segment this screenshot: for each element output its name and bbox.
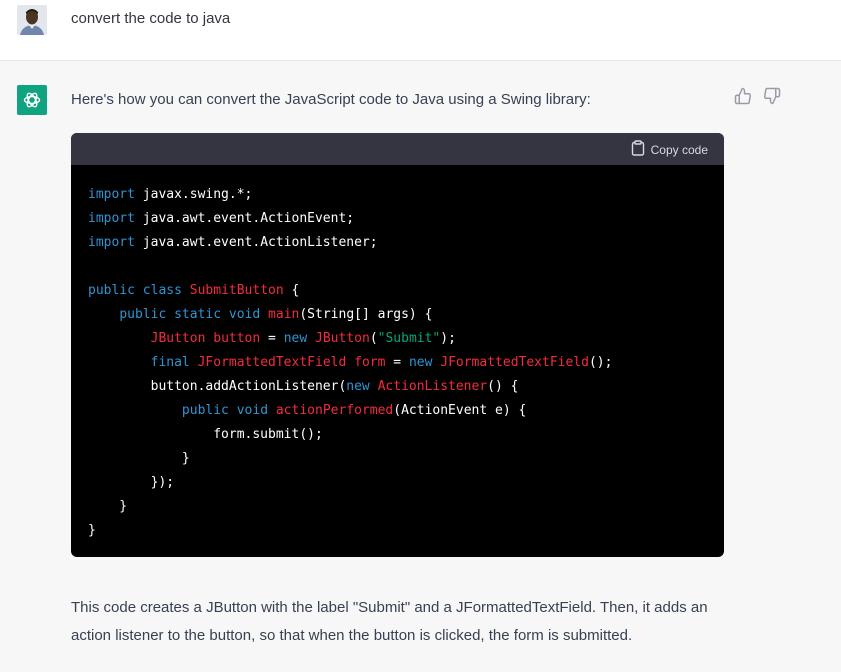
code-line: public static void main(String[] args) { <box>88 303 707 327</box>
code-line: public class SubmitButton { <box>88 279 707 303</box>
code-token: JFormattedTextField <box>197 355 347 370</box>
code-line: button.addActionListener(new ActionListe… <box>88 375 707 399</box>
code-token: JButton <box>315 331 370 346</box>
code-token: new <box>346 379 370 394</box>
code-token: java.awt.event.ActionEvent; <box>134 211 355 226</box>
copy-code-label: Copy code <box>650 142 708 157</box>
thumbs-up-icon[interactable] <box>734 87 752 105</box>
code-line: JButton button = new JButton("Submit"); <box>88 327 707 351</box>
code-token: new <box>408 355 433 370</box>
code-token: } <box>88 451 190 466</box>
user-avatar <box>17 5 47 35</box>
code-token: void <box>228 307 261 322</box>
code-line: } <box>88 495 707 519</box>
code-token: "Submit" <box>377 331 441 346</box>
code-line: public void actionPerformed(ActionEvent … <box>88 399 707 423</box>
code-token: public <box>88 283 135 298</box>
code-token: form.submit(); <box>88 427 323 442</box>
code-token: ActionListener <box>377 379 488 394</box>
code-token: ); <box>440 331 456 346</box>
code-token: class <box>142 283 182 298</box>
openai-logo-icon <box>17 85 47 115</box>
code-token: final <box>150 355 190 370</box>
code-token: static <box>174 307 222 322</box>
code-line: import java.awt.event.ActionListener; <box>88 231 707 255</box>
code-token: form <box>354 355 386 370</box>
code-block: Copy code import javax.swing.*; import ja… <box>71 133 724 557</box>
code-token: import <box>88 187 135 202</box>
code-token: () { <box>487 379 519 394</box>
code-token: } <box>88 499 128 514</box>
code-token: JFormattedTextField <box>440 355 589 370</box>
assistant-outro-text: This code creates a JButton with the lab… <box>71 599 708 644</box>
code-block-header: Copy code <box>71 133 724 165</box>
code-line: import java.awt.event.ActionEvent; <box>88 207 707 231</box>
code-token: SubmitButton <box>189 283 284 298</box>
thumbs-down-icon[interactable] <box>763 87 781 105</box>
code-line: import javax.swing.*; <box>88 183 707 207</box>
code-token: (ActionEvent e) { <box>393 403 527 418</box>
code-content: import javax.swing.*; import java.awt.eve… <box>71 165 724 557</box>
code-token: }); <box>88 475 175 490</box>
code-token: ( <box>369 331 378 346</box>
code-token: (); <box>588 355 613 370</box>
code-token: import <box>88 235 135 250</box>
code-token: } <box>88 523 96 538</box>
assistant-message-row: Here's how you can convert the JavaScrip… <box>0 61 841 672</box>
code-line: } <box>88 447 707 471</box>
code-line: final JFormattedTextField form = new JFo… <box>88 351 707 375</box>
code-token: = <box>260 331 284 346</box>
code-token: void <box>236 403 269 418</box>
code-token: (String[] args) { <box>299 307 433 322</box>
code-token: = <box>385 355 409 370</box>
assistant-intro-text: Here's how you can convert the JavaScrip… <box>71 91 591 108</box>
code-line: }); <box>88 471 707 495</box>
code-token: javax.swing.*; <box>134 187 253 202</box>
code-token: main <box>268 307 300 322</box>
user-message-row: convert the code to java <box>0 0 841 61</box>
code-line: } <box>88 519 707 543</box>
clipboard-icon <box>631 140 645 159</box>
code-token: public <box>181 403 229 418</box>
code-token: import <box>88 211 135 226</box>
code-token: button.addActionListener( <box>88 379 347 394</box>
copy-code-button[interactable]: Copy code <box>631 140 708 159</box>
code-token: { <box>283 283 300 298</box>
code-token: button <box>213 331 261 346</box>
user-message-text: convert the code to java <box>71 10 231 27</box>
code-token: actionPerformed <box>275 403 394 418</box>
code-token: new <box>283 331 308 346</box>
code-token: public <box>119 307 167 322</box>
code-token: java.awt.event.ActionListener; <box>134 235 378 250</box>
code-line: form.submit(); <box>88 423 707 447</box>
code-token: JButton <box>150 331 206 346</box>
